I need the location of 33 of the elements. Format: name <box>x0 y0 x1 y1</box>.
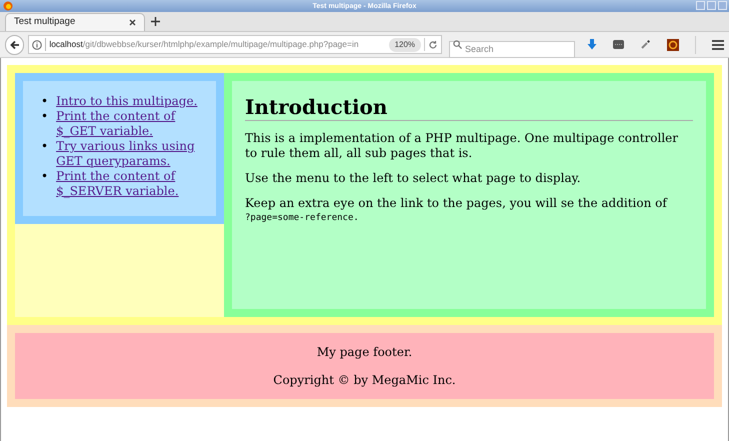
download-icon[interactable] <box>587 39 597 50</box>
bullet: • <box>41 94 48 109</box>
url-path: /git/dbwebbse/kurser/htmlphp/example/multipage/multipage.php?page=in <box>82 38 359 51</box>
footer-text: Copyright © by MegaMic Inc. <box>273 372 456 389</box>
bullet: • <box>41 139 48 154</box>
reload-icon[interactable] <box>428 40 438 50</box>
info-icon <box>32 40 42 50</box>
bullet: • <box>41 169 48 184</box>
paragraph: Use the menu to the left to select what page to display. <box>245 171 581 185</box>
browser-tab[interactable]: Test multipage <box>5 13 145 31</box>
nav-link[interactable]: Print the content of $_GET variable. <box>56 109 212 139</box>
zoom-badge[interactable]: 120% <box>388 38 422 52</box>
back-button[interactable] <box>5 34 24 54</box>
paragraph: Keep an extra eye on the link to the pages, you will se the addition of <box>245 196 667 210</box>
nav-link[interactable]: Print the content of $_SERVER variable. <box>56 169 212 199</box>
new-tab-icon[interactable] <box>151 17 160 26</box>
bullet: • <box>41 109 48 124</box>
nav-link[interactable]: Intro to this multipage. <box>56 94 198 109</box>
extension-icon[interactable] <box>613 40 624 49</box>
search-icon <box>453 40 462 49</box>
nav-link[interactable]: Try various links using GET queryparams. <box>56 139 212 169</box>
address-bar[interactable]: localhost/git/dbwebbse/kurser/htmlphp/example/multipage/multipage.php?page=in 120% <box>28 35 442 54</box>
code-snippet: ?page=some-reference. <box>245 212 360 225</box>
page-heading: Introduction <box>245 94 693 121</box>
back-arrow-icon <box>10 40 20 50</box>
eyedropper-icon[interactable] <box>640 39 651 50</box>
footer-text: My page footer. <box>316 344 412 361</box>
url-host: localhost <box>49 38 83 51</box>
menu-icon[interactable] <box>712 40 724 50</box>
firefox-icon <box>3 1 13 11</box>
close-icon[interactable] <box>129 19 136 26</box>
search-field[interactable]: Search <box>449 40 575 58</box>
paragraph: This is a implementation of a PHP multipage. One multipage controller to rule them all, all sub pages that is. <box>245 131 678 160</box>
